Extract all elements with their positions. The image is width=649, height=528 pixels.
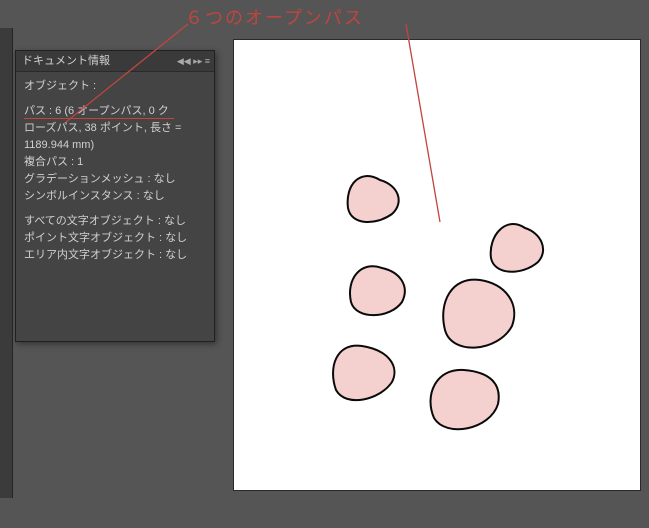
info-line-paths-3: 1189.944 mm) [24, 137, 208, 154]
panel-controls[interactable]: ◀◀ ▸▸ ≡ [177, 51, 210, 71]
panel-header[interactable]: ドキュメント情報 ◀◀ ▸▸ ≡ [16, 51, 214, 72]
left-dock [0, 28, 13, 498]
info-line-paths-2: ローズパス, 38 ポイント, 長さ = [24, 120, 208, 137]
info-line-gradmesh: グラデーションメッシュ : なし [24, 171, 208, 188]
app-stage: ６つのオープンパス ドキュメント情報 ◀◀ ▸▸ ≡ オブジェクト : パス :… [0, 0, 649, 528]
panel-body: オブジェクト : パス : 6 (6 オープンパス, 0 ク ローズパス, 38… [16, 72, 214, 270]
info-line-symbol: シンボルインスタンス : なし [24, 188, 208, 205]
highlight-underline [24, 118, 174, 119]
panel-title: ドキュメント情報 [22, 55, 110, 67]
info-line-pointtext: ポイント文字オブジェクト : なし [24, 230, 208, 247]
info-line-areatext: エリア内文字オブジェクト : なし [24, 247, 208, 264]
info-line-object: オブジェクト : [24, 78, 208, 95]
document-info-panel: ドキュメント情報 ◀◀ ▸▸ ≡ オブジェクト : パス : 6 (6 オープン… [15, 50, 215, 342]
annotation-label: ６つのオープンパス [185, 4, 364, 30]
info-line-compound: 複合パス : 1 [24, 154, 208, 171]
artboard[interactable] [234, 40, 640, 490]
info-line-alltext: すべての文字オブジェクト : なし [24, 213, 208, 230]
